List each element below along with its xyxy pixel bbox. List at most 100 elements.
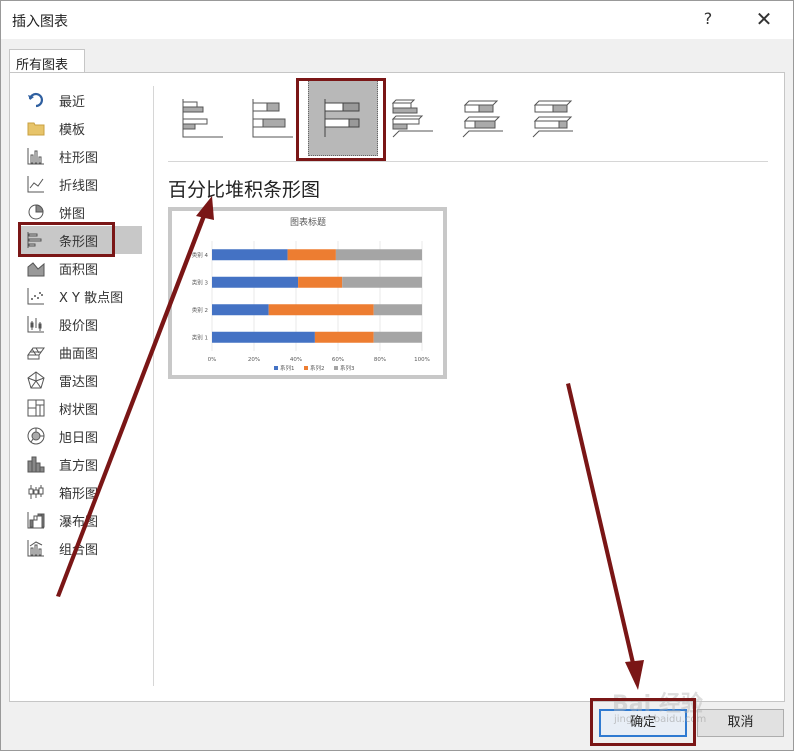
treemap-chart-icon [27, 399, 45, 417]
category-label: 模板 [59, 122, 86, 138]
category-label: 曲面图 [59, 346, 99, 362]
3d-stacked-bar-icon [462, 100, 503, 138]
subtype-3d-clustered-bar[interactable] [378, 80, 448, 156]
bar-segment [287, 249, 336, 261]
surface-chart-icon [27, 343, 45, 361]
subtype-3d-percent-stacked-bar[interactable] [518, 80, 588, 156]
bar-segment [335, 249, 422, 261]
category-label: 类别 2 [192, 306, 208, 314]
bar-segment [298, 276, 343, 288]
category-recent[interactable]: 最近 [20, 86, 142, 114]
legend-swatch [334, 366, 338, 370]
subtype-divider [168, 161, 768, 162]
category-stock[interactable]: 股价图 [20, 310, 142, 338]
category-label: 类别 1 [192, 333, 208, 341]
category-label: 组合图 [59, 542, 99, 558]
category-label: 股价图 [59, 318, 99, 334]
category-label: 柱形图 [59, 150, 99, 166]
bar-segment [373, 304, 422, 316]
x-tick-label: 80% [374, 357, 386, 363]
legend-label: 系列1 [280, 364, 295, 372]
category-area[interactable]: 面积图 [20, 254, 142, 282]
category-radar[interactable]: 雷达图 [20, 366, 142, 394]
chart-preview[interactable]: 图表标题 0% 20% 40% 60% 80% 100% 类别 1 类别 2 类别 3 类别 4 … [168, 207, 447, 379]
category-line[interactable]: 折线图 [20, 170, 142, 198]
bar-segment [212, 331, 315, 343]
histogram-chart-icon [27, 455, 45, 473]
subtype-stacked-bar[interactable] [238, 80, 308, 156]
category-label: 折线图 [59, 178, 99, 194]
undo-arrow-icon [27, 91, 45, 109]
category-templates[interactable]: 模板 [20, 114, 142, 142]
bar-segment [342, 276, 422, 288]
x-tick-label: 20% [248, 357, 260, 363]
category-sunburst[interactable]: 旭日图 [20, 422, 142, 450]
combo-chart-icon [27, 539, 45, 557]
line-chart-icon [27, 175, 45, 193]
bar-segment [212, 249, 288, 261]
stock-chart-icon [27, 315, 45, 333]
stacked-bar-icon [252, 99, 293, 138]
scatter-chart-icon [27, 287, 45, 305]
x-tick-label: 100% [414, 357, 430, 363]
category-label: 直方图 [59, 458, 99, 474]
bar-segment [212, 304, 269, 316]
bar-segment [314, 331, 374, 343]
subtype-clustered-bar[interactable] [168, 80, 238, 156]
category-label: 旭日图 [59, 430, 99, 446]
category-label: 类别 3 [192, 278, 209, 286]
chart-category-list: 最近 模板 柱形图 折线图 饼图 条形图 面积图 X Y 散点图 股价图 曲面图… [20, 86, 142, 562]
title-bar: 插入图表 ? ✕ [1, 1, 793, 39]
preview-chart-title: 图表标题 [290, 216, 326, 228]
category-label: 最近 [59, 94, 86, 110]
radar-chart-icon [27, 371, 45, 389]
category-label: 饼图 [59, 206, 86, 222]
legend-label: 系列3 [340, 364, 355, 372]
3d-clustered-bar-icon [391, 99, 433, 138]
area-chart-icon [27, 259, 45, 277]
category-treemap[interactable]: 树状图 [20, 394, 142, 422]
category-label: 瀑布图 [59, 514, 99, 530]
category-surface[interactable]: 曲面图 [20, 338, 142, 366]
category-pie[interactable]: 饼图 [20, 198, 142, 226]
waterfall-chart-icon [27, 511, 45, 529]
dialog-title: 插入图表 [12, 14, 68, 30]
legend-swatch [304, 366, 308, 370]
bar-segment [373, 331, 422, 343]
category-column[interactable]: 柱形图 [20, 142, 142, 170]
category-label: 箱形图 [59, 486, 99, 502]
bar-segment [268, 304, 374, 316]
category-bar[interactable]: 条形图 [20, 226, 142, 254]
cancel-button[interactable]: 取消 [697, 709, 784, 737]
preview-chart-svg: 图表标题 0% 20% 40% 60% 80% 100%类别 1类别 2类别 3类别 4 … [192, 216, 430, 372]
category-label: 雷达图 [59, 374, 99, 390]
category-box-whisker[interactable]: 箱形图 [20, 478, 142, 506]
category-scatter[interactable]: X Y 散点图 [20, 282, 142, 310]
category-combo[interactable]: 组合图 [20, 534, 142, 562]
bar-segment [212, 276, 299, 288]
x-tick-label: 40% [290, 357, 302, 363]
pie-chart-icon [27, 203, 45, 221]
baidu-watermark-url: jingyan.baidu.com [614, 714, 707, 725]
category-label: 树状图 [59, 402, 99, 418]
category-waterfall[interactable]: 瀑布图 [20, 506, 142, 534]
column-chart-icon [27, 147, 45, 165]
x-tick-label: 60% [332, 357, 344, 363]
tab-all-charts[interactable]: 所有图表 [9, 49, 85, 73]
close-button[interactable]: ✕ [749, 5, 779, 33]
category-label: 条形图 [59, 234, 99, 250]
subtype-percent-stacked-bar[interactable] [308, 80, 378, 156]
x-tick-label: 0% [208, 357, 217, 363]
category-label: X Y 散点图 [59, 290, 124, 306]
clustered-bar-icon [182, 99, 223, 138]
category-histogram[interactable]: 直方图 [20, 450, 142, 478]
category-label: 类别 4 [192, 251, 209, 259]
selected-chart-type-title: 百分比堆积条形图 [168, 179, 321, 201]
box-whisker-chart-icon [27, 483, 45, 501]
category-label: 面积图 [59, 262, 99, 278]
list-divider [153, 86, 154, 686]
legend-label: 系列2 [310, 364, 325, 372]
legend-swatch [274, 366, 278, 370]
help-button[interactable]: ? [694, 5, 722, 33]
subtype-3d-stacked-bar[interactable] [448, 80, 518, 156]
